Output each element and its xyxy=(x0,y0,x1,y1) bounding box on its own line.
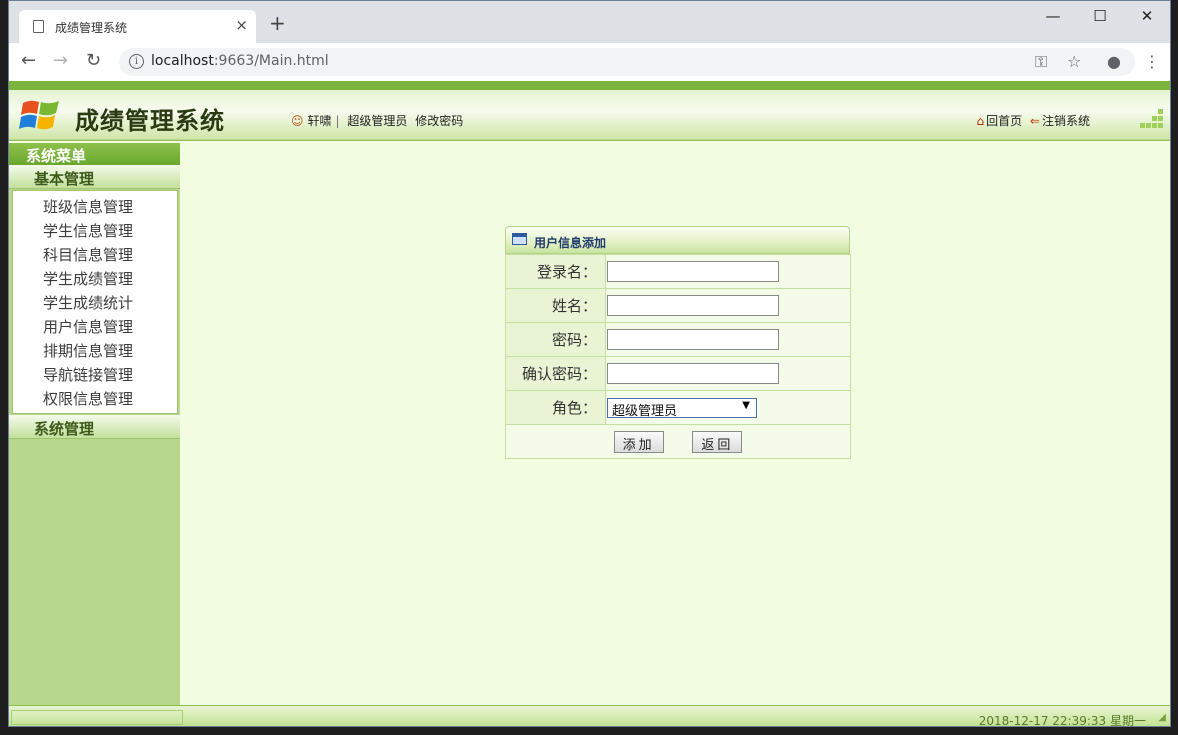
dropdown-arrow-icon: ▼ xyxy=(742,399,750,411)
sidebar-group-basic[interactable]: 基本管理 xyxy=(9,165,180,189)
close-window-button[interactable]: ✕ xyxy=(1124,7,1170,25)
sidebar-title: 系统菜单 xyxy=(9,143,180,165)
change-password-link[interactable]: 修改密码 xyxy=(415,114,463,128)
decorative-dots-icon xyxy=(1140,109,1163,128)
password-label: 密码： xyxy=(505,322,606,357)
windows-logo-icon xyxy=(19,100,59,130)
user-form: 登录名： 姓名： 密码： 确认密码： 角色： 超级管理员 ▼ 添加 返回 xyxy=(505,254,851,459)
tab-title: 成绩管理系统 xyxy=(55,21,128,35)
browser-tab[interactable]: 成绩管理系统 × xyxy=(19,10,256,43)
bookmark-star-icon[interactable]: ☆ xyxy=(1067,52,1081,71)
home-link[interactable]: 回首页 xyxy=(986,114,1022,128)
home-icon: ⌂ xyxy=(976,114,985,128)
browser-toolbar: ← → ↻ i localhost:9663/Main.html ⚿ ☆ ● ⋮ xyxy=(9,43,1170,81)
form-row: 密码： xyxy=(505,322,851,357)
logout-link[interactable]: 注销系统 xyxy=(1042,114,1090,128)
logout-icon: ⇐ xyxy=(1029,114,1040,128)
form-row: 姓名： xyxy=(505,288,851,323)
tab-strip: 成绩管理系统 × + — ☐ ✕ xyxy=(9,1,1170,43)
status-panel xyxy=(11,710,183,725)
name-label: 姓名： xyxy=(505,288,606,323)
sidebar-item-class[interactable]: 班级信息管理 xyxy=(13,194,177,218)
sidebar-item-schedule[interactable]: 排期信息管理 xyxy=(13,338,177,362)
url-text[interactable]: localhost:9663/Main.html xyxy=(151,53,329,69)
user-info-bar: ☺ 轩啸 | 超级管理员 修改密码 xyxy=(291,112,467,129)
sidebar-item-permission[interactable]: 权限信息管理 xyxy=(13,386,177,410)
table-icon xyxy=(512,233,527,245)
info-icon[interactable]: i xyxy=(129,54,144,69)
sidebar-item-score[interactable]: 学生成绩管理 xyxy=(13,266,177,290)
back-button[interactable]: ← xyxy=(21,51,36,71)
role-select[interactable]: 超级管理员 ▼ xyxy=(607,397,757,419)
browser-window: 成绩管理系统 × + — ☐ ✕ ← → ↻ i localhost:9663/… xyxy=(8,0,1171,727)
sidebar-item-subject[interactable]: 科目信息管理 xyxy=(13,242,177,266)
url-path: :9663/Main.html xyxy=(213,53,329,69)
account-icon[interactable]: ● xyxy=(1107,52,1121,71)
status-datetime: 2018-12-17 22:39:33 星期一 xyxy=(978,714,1146,727)
header-links: ⌂ 回首页 ⇐ 注销系统 xyxy=(974,112,1090,129)
status-bar: 2018-12-17 22:39:33 星期一 ◢ xyxy=(9,705,1170,727)
sidebar-menu-list: 班级信息管理 学生信息管理 科目信息管理 学生成绩管理 学生成绩统计 用户信息管… xyxy=(12,190,178,414)
back-button[interactable]: 返回 xyxy=(692,430,743,453)
sidebar-item-student[interactable]: 学生信息管理 xyxy=(13,218,177,242)
new-tab-button[interactable]: + xyxy=(269,13,286,33)
role-selected-value: 超级管理员 xyxy=(612,403,678,419)
resize-grip-icon[interactable]: ◢ xyxy=(1158,712,1166,723)
menu-icon[interactable]: ⋮ xyxy=(1144,52,1160,71)
sidebar: 系统菜单 基本管理 班级信息管理 学生信息管理 科目信息管理 学生成绩管理 学生… xyxy=(9,143,180,705)
sidebar-group-system[interactable]: 系统管理 xyxy=(9,415,180,439)
page-icon xyxy=(33,20,44,33)
login-name-label: 登录名： xyxy=(505,254,606,289)
maximize-button[interactable]: ☐ xyxy=(1077,7,1123,25)
sidebar-item-nav-links[interactable]: 导航链接管理 xyxy=(13,362,177,386)
app-title: 成绩管理系统 xyxy=(75,107,225,135)
confirm-password-label: 确认密码： xyxy=(505,356,606,391)
form-row: 登录名： xyxy=(505,254,851,289)
user-role: 超级管理员 xyxy=(347,114,408,128)
app-frame: 成绩管理系统 ☺ 轩啸 | 超级管理员 修改密码 ⌂ 回首页 ⇐ 注销系统 系统菜单 xyxy=(9,81,1170,727)
name-input[interactable] xyxy=(607,295,779,316)
password-input[interactable] xyxy=(607,329,779,350)
form-row: 角色： 超级管理员 ▼ xyxy=(505,390,851,425)
app-header: 成绩管理系统 ☺ 轩啸 | 超级管理员 修改密码 ⌂ 回首页 ⇐ 注销系统 xyxy=(9,81,1170,141)
form-actions-row: 添加 返回 xyxy=(505,424,851,459)
sidebar-item-user[interactable]: 用户信息管理 xyxy=(13,314,177,338)
main-content: 用户信息添加 登录名： 姓名： 密码： 确认密码： 角色： 超级管理员 ▼ 添加… xyxy=(181,143,1170,705)
form-row: 确认密码： xyxy=(505,356,851,391)
minimize-button[interactable]: — xyxy=(1030,7,1076,25)
user-icon: ☺ xyxy=(291,114,304,128)
url-host: localhost xyxy=(151,53,214,69)
separator: | xyxy=(335,114,340,128)
panel-title: 用户信息添加 xyxy=(534,236,607,250)
tab-close-icon[interactable]: × xyxy=(235,16,248,34)
address-bar[interactable]: i localhost:9663/Main.html xyxy=(119,48,1135,76)
key-icon[interactable]: ⚿ xyxy=(1035,52,1047,72)
add-button[interactable]: 添加 xyxy=(613,430,664,453)
user-add-panel: 用户信息添加 登录名： 姓名： 密码： 确认密码： 角色： 超级管理员 ▼ 添加… xyxy=(505,226,851,459)
reload-button[interactable]: ↻ xyxy=(86,51,101,71)
confirm-password-input[interactable] xyxy=(607,363,779,384)
user-name: 轩啸 xyxy=(307,114,332,128)
role-label: 角色： xyxy=(505,390,606,425)
login-name-input[interactable] xyxy=(607,261,779,282)
forward-button[interactable]: → xyxy=(53,51,68,71)
sidebar-item-score-stats[interactable]: 学生成绩统计 xyxy=(13,290,177,314)
panel-header: 用户信息添加 xyxy=(505,226,850,254)
